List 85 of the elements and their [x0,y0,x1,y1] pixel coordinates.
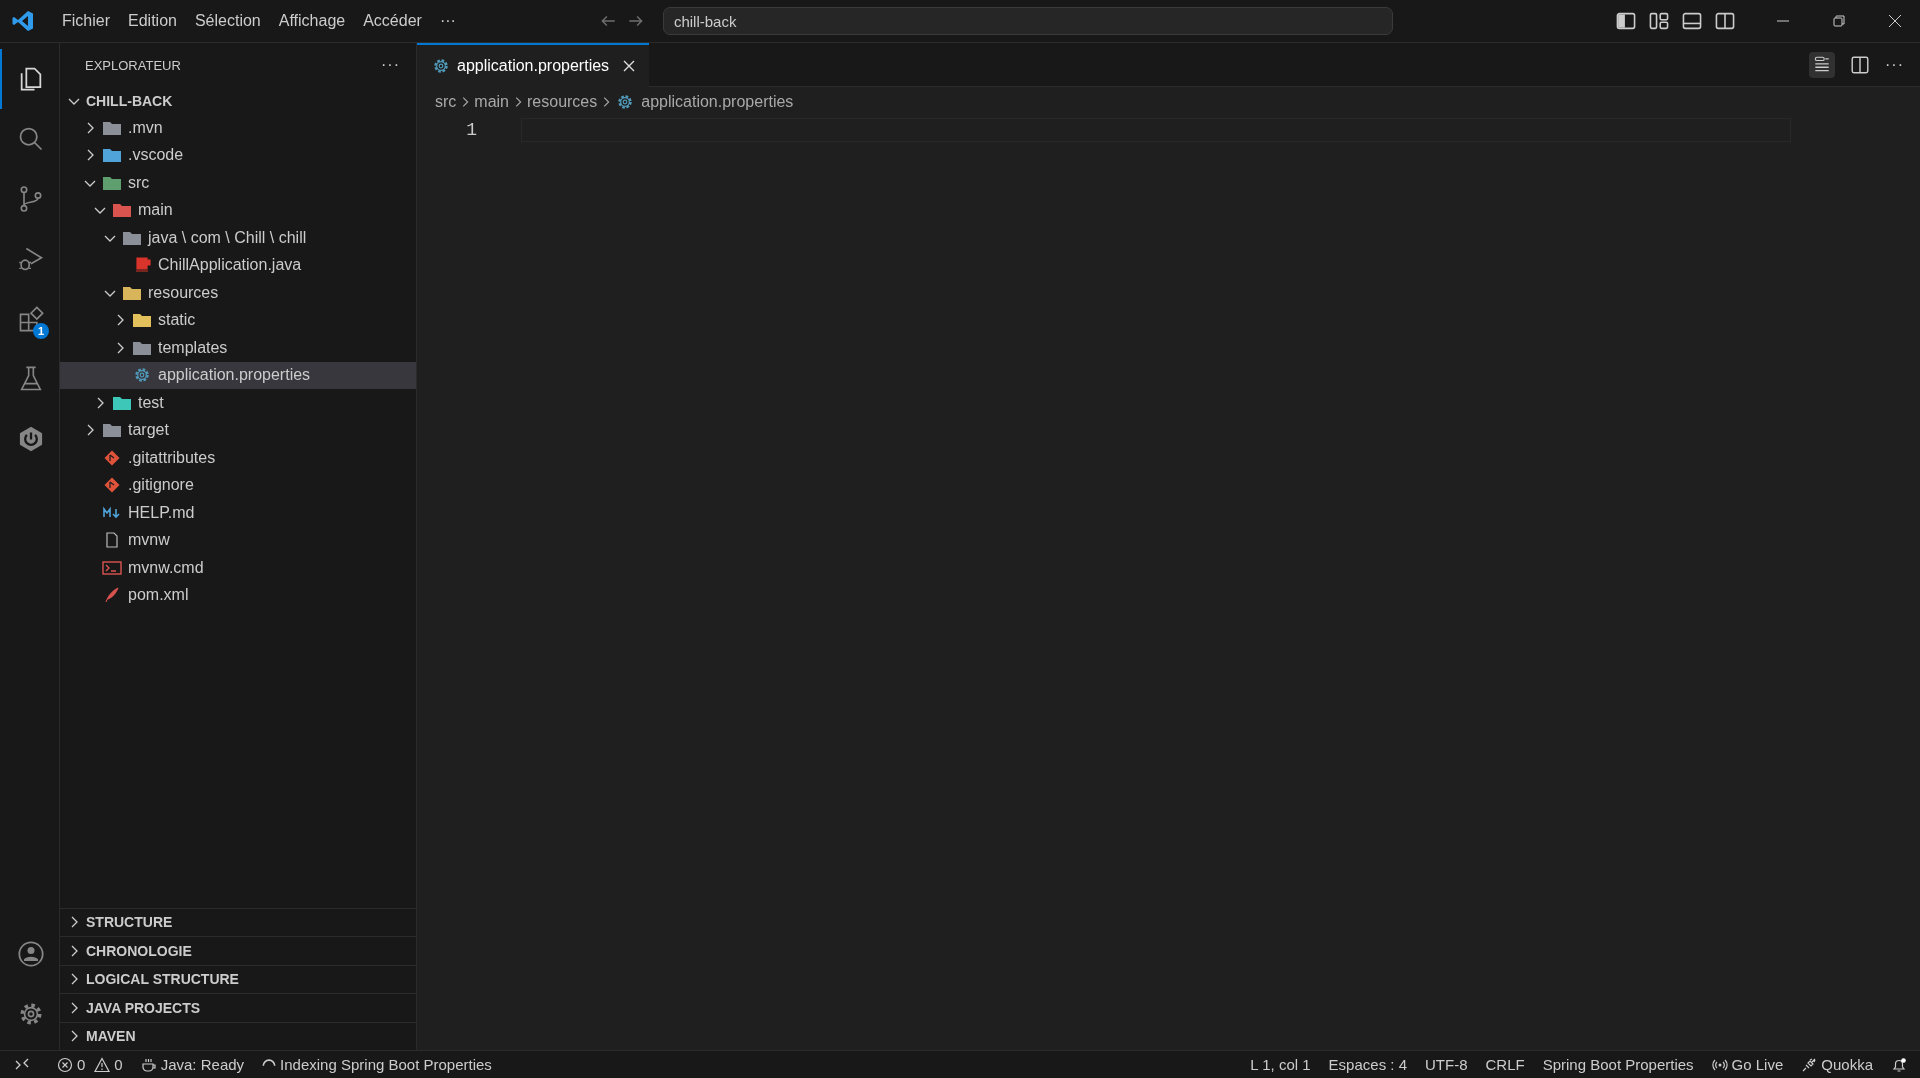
folder-icon [112,202,132,219]
terminal-icon [102,559,122,576]
folder-icon [112,394,132,411]
status-item[interactable]: L 1, col 1 [1241,1051,1320,1078]
plug-icon [1801,1056,1818,1073]
cup-icon [140,1056,157,1073]
collapsed-section-header[interactable]: STRUCTURE [60,907,416,936]
tree-item[interactable]: .gitattributes [60,444,416,472]
status-item[interactable]: Spring Boot Properties [1533,1051,1703,1078]
java-status[interactable]: Java: Ready [131,1051,254,1078]
folder-icon [122,229,142,246]
errors-count[interactable]: 0 [48,1051,95,1078]
breadcrumb-item[interactable]: src [435,93,457,111]
status-item[interactable]: UTF-8 [1416,1051,1477,1078]
account-icon [16,940,45,968]
bell-icon [1891,1056,1907,1073]
error-icon [57,1056,73,1073]
collapsed-section-header[interactable]: CHRONOLOGIE [60,936,416,965]
tree-item[interactable]: ChillApplication.java [60,251,416,279]
tree-item[interactable]: templates [60,334,416,362]
folder-icon [102,174,122,191]
markdown-icon [102,504,122,521]
menu-item[interactable]: Sélection [185,8,270,34]
folder-icon [132,312,152,329]
breadcrumb-item[interactable]: main [474,93,509,111]
folder-icon [102,147,122,164]
more-actions-button[interactable]: ··· [381,56,400,74]
panel-layout-icon[interactable] [1681,10,1703,32]
quokka-status[interactable]: Quokka [1792,1051,1882,1078]
editor-tab[interactable]: application.properties [417,43,650,87]
tree-item[interactable]: mvnw.cmd [60,554,416,582]
folder-section-header[interactable]: CHILL-BACK [60,87,416,114]
diamond-icon [102,449,122,466]
menu-item[interactable]: ··· [430,8,465,34]
tree-item[interactable]: HELP.md [60,499,416,527]
activity-bar-item[interactable]: 1 [0,289,59,349]
line-number: 1 [465,120,477,140]
search-field[interactable]: chill-back [662,7,1393,35]
tree-item[interactable]: static [60,306,416,334]
spinner-icon [262,1058,277,1067]
breadcrumb-item[interactable]: resources [527,93,598,111]
menu-item[interactable]: Accéder [354,8,431,34]
menu-item[interactable]: Affichage [269,8,355,34]
split-layout-icon[interactable] [1714,10,1736,32]
warnings-count[interactable]: 0 [94,1051,132,1078]
gear-icon [431,58,451,74]
sidebar-title: EXPLORATEUR [85,57,181,73]
feather-icon [102,587,122,604]
folder-icon [122,284,142,301]
tree-item[interactable]: mvnw [60,526,416,554]
go-live-button[interactable]: Go Live [1702,1051,1793,1078]
tree-item[interactable]: test [60,389,416,417]
diamond-icon [102,477,122,494]
folder-icon [102,422,122,439]
restore-icon[interactable] [1830,12,1848,30]
breadcrumb-item[interactable]: application.properties [615,93,794,111]
status-item[interactable]: CRLF [1476,1051,1534,1078]
tree-item[interactable]: resources [60,279,416,307]
tree-item[interactable]: .vscode [60,141,416,169]
folder-icon [132,339,152,356]
notification-badge: 1 [33,323,49,339]
collapsed-section-header[interactable]: LOGICAL STRUCTURE [60,964,416,993]
folder-icon [102,119,122,136]
layout-grid-icon[interactable] [1648,10,1670,32]
menu-item[interactable]: Fichier [53,8,119,34]
play-bug-icon [16,245,45,273]
tree-item[interactable]: pom.xml [60,581,416,609]
tree-item[interactable]: src [60,169,416,197]
status-item[interactable]: Espaces : 4 [1319,1051,1416,1078]
tree-item[interactable]: java \ com \ Chill \ chill [60,224,416,252]
tree-item[interactable]: application.properties [60,361,416,389]
collapsed-section-header[interactable]: JAVA PROJECTS [60,993,416,1022]
menu-item[interactable]: Edition [119,8,186,34]
more-actions-button[interactable]: ··· [1885,55,1904,74]
tree-item[interactable]: target [60,416,416,444]
tree-item[interactable]: main [60,196,416,224]
warning-icon [94,1056,111,1073]
sidebar-layout-icon[interactable] [1615,10,1637,32]
outline-list-icon[interactable] [1809,51,1835,78]
indexing-status[interactable]: Indexing Spring Boot Properties [253,1051,501,1078]
close-icon[interactable] [1886,12,1904,30]
gear-icon [132,367,152,384]
app-logo-icon [11,9,35,33]
tree-item[interactable]: .mvn [60,114,416,142]
tree-item[interactable]: .gitignore [60,471,416,499]
